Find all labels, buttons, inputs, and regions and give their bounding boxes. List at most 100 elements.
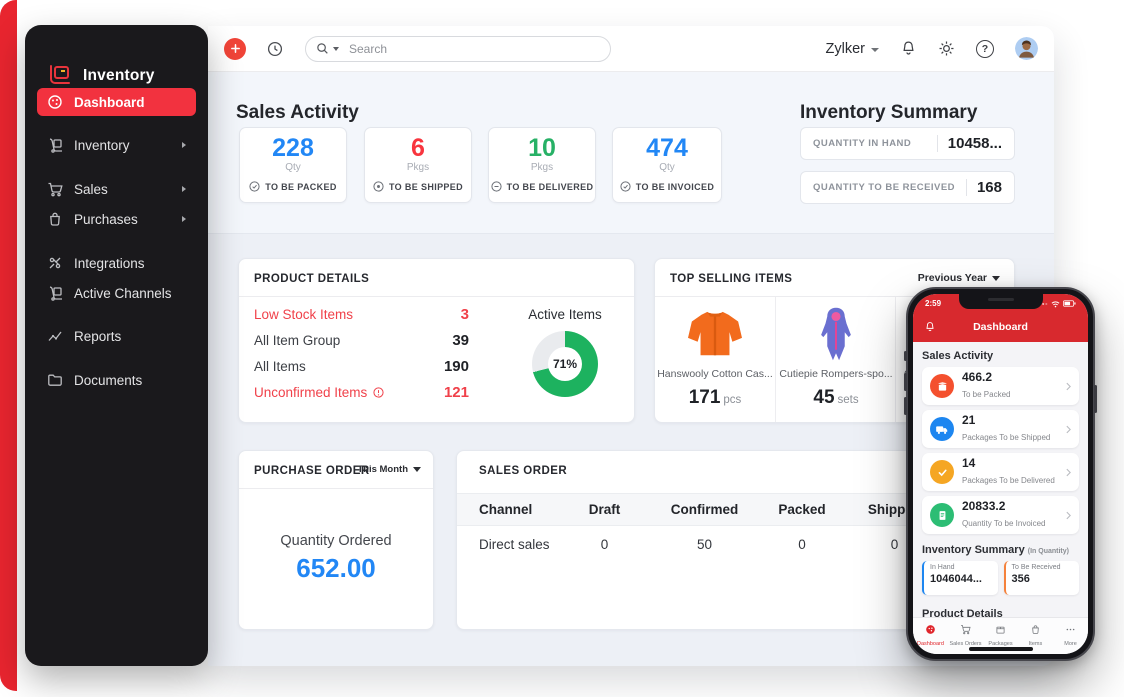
divider [965, 179, 967, 196]
phone-mute-switch [904, 351, 907, 361]
phone-card-to-be-packed[interactable]: 466.2 To be Packed [922, 367, 1079, 405]
phone-card-to-be-shipped[interactable]: 21 Packages To be Shipped [922, 410, 1079, 448]
sidebar-item-purchases[interactable]: Purchases [37, 205, 196, 233]
overview-band: Sales Activity 228 Qty TO BE PACKED 6 Pk… [208, 72, 1054, 234]
caret-down-icon [992, 275, 1000, 281]
phone-bell-icon[interactable] [924, 321, 936, 333]
inventory-summary-in-hand[interactable]: QUANTITY IN HAND 10458... [800, 127, 1015, 160]
phone-summary-in-hand[interactable]: In Hand 1046044... [922, 561, 998, 595]
sales-activity-title: Sales Activity [236, 101, 359, 123]
phone-screen: 2:59 Dashboard Sales Activity 466.2 To b… [913, 294, 1088, 654]
sidebar-item-label: Reports [74, 328, 122, 344]
phone-summary-to-be-received[interactable]: To Be Received 356 [1003, 561, 1079, 595]
sidebar-item-label: Active Channels [74, 285, 172, 301]
row-value: 39 [452, 332, 469, 349]
invoice-icon [930, 503, 954, 527]
sales-activity-card-packed[interactable]: 228 Qty TO BE PACKED [239, 127, 347, 203]
app-logo[interactable]: Inventory [47, 63, 155, 89]
phone-card-value: 14 [962, 455, 976, 470]
check-circle-icon [620, 181, 631, 192]
active-items-percent: 71% [548, 347, 582, 381]
chevron-right-icon [1066, 511, 1071, 520]
help-icon[interactable]: ? [976, 39, 994, 58]
quick-create-button[interactable] [224, 37, 246, 60]
sales-activity-card-delivered[interactable]: 10 Pkgs TO BE DELIVERED [488, 127, 596, 203]
battery-icon [1063, 300, 1076, 307]
phone-volume-up-button [904, 373, 907, 391]
inventory-summary-to-receive[interactable]: QUANTITY TO BE RECEIVED 168 [800, 171, 1015, 204]
topbar-right-cluster: Zylker ? [826, 37, 1038, 60]
summary-label: QUANTITY TO BE RECEIVED [813, 182, 956, 193]
sidebar-item-dashboard[interactable]: Dashboard [37, 88, 196, 116]
search-scope-caret-icon[interactable] [333, 46, 339, 51]
product-image-romper [776, 305, 896, 363]
filter-label: This Month [357, 464, 408, 475]
product-details-row-item-group[interactable]: All Item Group 39 [254, 332, 469, 349]
search-input[interactable] [347, 40, 551, 57]
info-icon[interactable] [373, 387, 384, 398]
product-details-card: PRODUCT DETAILS Low Stock Items 3 All It… [238, 258, 635, 423]
purchase-order-filter-dropdown[interactable]: This Month [357, 464, 421, 475]
items-bag-icon [1032, 625, 1039, 634]
phone-home-indicator[interactable] [968, 647, 1033, 651]
bag-icon [47, 211, 63, 227]
cell-confirmed: 50 [696, 537, 713, 552]
sidebar-item-sales[interactable]: Sales [37, 175, 196, 203]
sidebar-nav: Dashboard Inventory Sales Purchases Inte… [37, 88, 196, 396]
check-icon [930, 460, 954, 484]
sidebar-item-reports[interactable]: Reports [37, 322, 196, 350]
row-value: 3 [460, 306, 469, 323]
phone-card-label: Packages To be Shipped [962, 433, 1051, 443]
metric-label: TO BE INVOICED [635, 181, 715, 192]
channels-icon [47, 285, 63, 301]
phone-card-to-be-delivered[interactable]: 14 Packages To be Delivered [922, 453, 1079, 491]
sidebar-item-integrations[interactable]: Integrations [37, 249, 196, 277]
column-header: Packed [778, 502, 826, 517]
top-selling-filter-dropdown[interactable]: Previous Year [918, 272, 1000, 284]
folder-icon [47, 372, 63, 388]
card-title: PURCHASE ORDER [254, 465, 370, 477]
product-qty: 45 [813, 387, 835, 408]
phone-nav-dashboard[interactable]: Dashboard [913, 618, 948, 654]
sidebar-item-active-channels[interactable]: Active Channels [37, 279, 196, 307]
sales-activity-card-invoiced[interactable]: 474 Qty TO BE INVOICED [612, 127, 722, 203]
notifications-bell-icon[interactable] [900, 40, 917, 57]
summary-value: 168 [976, 179, 1002, 196]
search-bar[interactable] [305, 35, 611, 62]
metric-label: TO BE DELIVERED [506, 181, 594, 192]
reports-icon [47, 328, 63, 344]
chevron-down-icon [871, 47, 879, 52]
brand-backdrop-strip [0, 0, 17, 691]
column-header: Confirmed [670, 502, 739, 517]
quantity-ordered-value: 652.00 [296, 553, 376, 583]
sidebar-item-documents[interactable]: Documents [37, 366, 196, 394]
sales-activity-card-shipped[interactable]: 6 Pkgs TO BE SHIPPED [364, 127, 472, 203]
product-details-row-all-items[interactable]: All Items 190 [254, 358, 469, 375]
phone-card-to-be-invoiced[interactable]: 20833.2 Quantity To be Invoiced [922, 496, 1079, 534]
top-selling-item[interactable]: Cutiepie Rompers-spo... 45 sets [775, 297, 896, 422]
product-details-row-unconfirmed[interactable]: Unconfirmed Items 121 [254, 384, 469, 401]
user-avatar[interactable] [1015, 37, 1038, 60]
sidebar-item-label: Sales [74, 181, 108, 197]
filter-label: Previous Year [917, 272, 987, 284]
phone-volume-down-button [904, 397, 907, 415]
search-icon [316, 42, 329, 55]
org-switcher[interactable]: Zylker [826, 41, 879, 57]
column-header: Channel [479, 502, 533, 517]
summary-label: To Be Received [1011, 564, 1061, 571]
divider [239, 488, 433, 489]
more-dots-icon [1066, 628, 1075, 631]
phone-mockup: 2:59 Dashboard Sales Activity 466.2 To b… [904, 287, 1097, 661]
org-name: Zylker [825, 40, 865, 57]
phone-nav-more[interactable]: More [1053, 618, 1088, 654]
recent-activity-icon[interactable] [266, 40, 284, 58]
product-details-row-low-stock[interactable]: Low Stock Items 3 [254, 306, 469, 323]
cell-draft: 0 [600, 537, 609, 552]
phone-card-label: To be Packed [962, 390, 1011, 400]
sidebar-item-inventory[interactable]: Inventory [37, 131, 196, 159]
settings-gear-icon[interactable] [938, 40, 955, 57]
status-time: 2:59 [925, 299, 942, 308]
top-selling-item[interactable]: Hanswooly Cotton Cas... 171 pcs [655, 297, 775, 422]
quantity-ordered-label: Quantity Ordered [280, 533, 392, 549]
metric-value: 474 [646, 134, 688, 162]
